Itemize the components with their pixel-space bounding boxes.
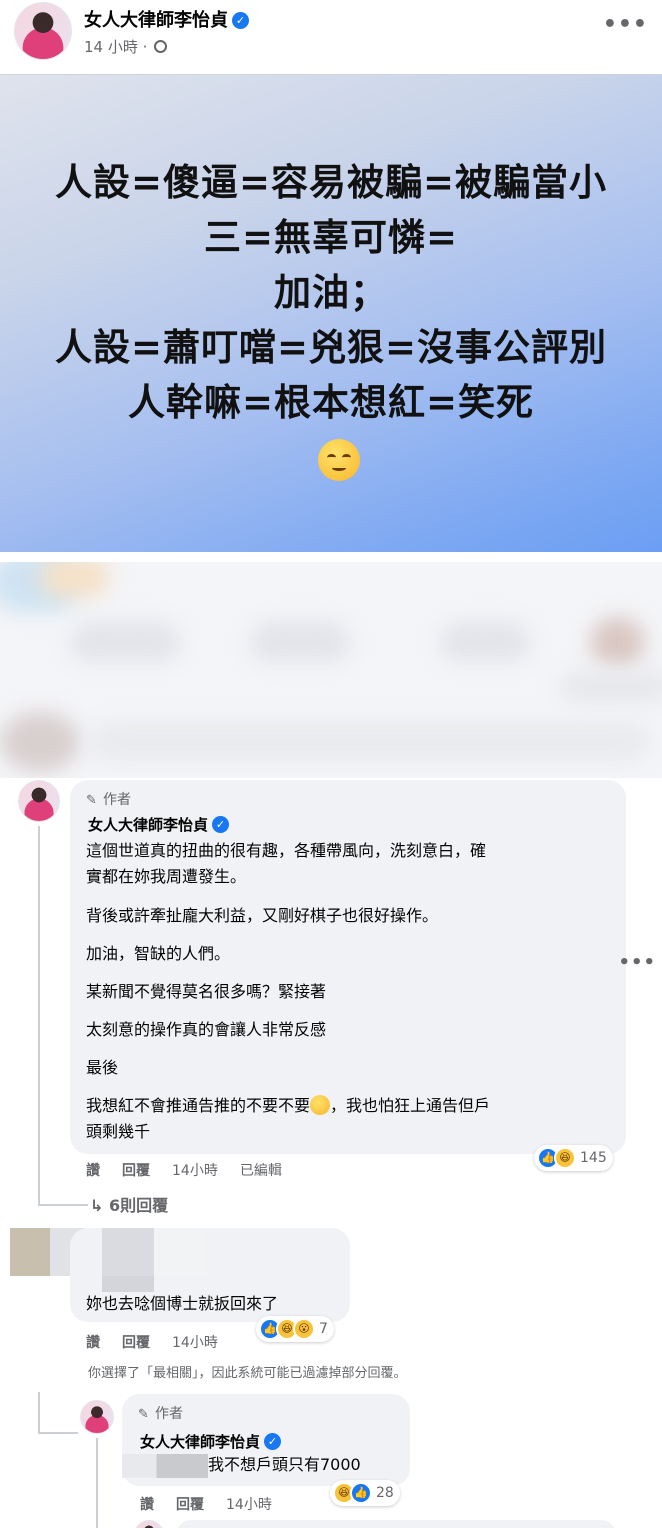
post-meta: 14 小時 · [84,36,168,57]
comment-actions: 讚 回覆 14小時 [86,1332,240,1352]
reply-button[interactable]: 回覆 [176,1497,204,1513]
comment-time[interactable]: 14小時 [226,1497,272,1513]
comment-text-part: ，我也怕狂上通告但戶 [330,1096,491,1115]
relieved-emoji-icon [318,439,360,481]
wink-emoji-icon [310,1095,331,1115]
like-button[interactable]: 讚 [140,1497,154,1513]
pixelated-name [102,1276,154,1292]
comment-author[interactable]: 女人大律師李怡貞 ✓ [140,1431,282,1452]
comment-actions: 讚 回覆 14小時 已編輯 [86,1160,304,1180]
comment-text: 太刻意的操作真的會讓人非常反感 [86,1020,327,1039]
comment-actions: 讚 回覆 14小時 [140,1494,294,1514]
thread-line [38,826,40,1204]
view-replies-link[interactable]: ↳ 6則回覆 [90,1192,168,1216]
verified-icon: ✓ [264,1433,282,1450]
comment-time[interactable]: 14小時 [172,1163,218,1179]
haha-icon: 😆 [554,1147,576,1169]
comment-author[interactable]: 女人大律師李怡貞 ✓ [88,814,230,835]
pixelated-mention [122,1454,208,1478]
edited-label: 已編輯 [239,1163,282,1179]
more-icon[interactable]: ••• [603,12,648,37]
pen-icon: ✎ [138,1407,149,1422]
author-name[interactable]: 女人大律師李怡貞 [84,10,228,31]
comment-text: 頭剩幾千 [86,1122,151,1141]
comment-text: 最後 [86,1058,119,1077]
pixelated-name [154,1228,206,1276]
author-badge: ✎ 作者 [138,1403,183,1423]
globe-icon[interactable] [154,40,168,53]
comment-text: 某新聞不覺得莫名很多嗎？緊接著 [86,982,327,1001]
pixelated-name [102,1228,154,1276]
like-button[interactable]: 讚 [86,1335,100,1351]
author-badge: ✎ 作者 [86,789,131,809]
author-name-row[interactable]: 女人大律師李怡貞 ✓ [84,6,249,32]
verified-icon: ✓ [232,12,249,29]
replies-label[interactable]: 6則回覆 [109,1196,168,1215]
reaction-summary[interactable]: 👍 😆 145 [534,1145,613,1171]
comment-text: 我不想戶頭只有7000 [208,1455,361,1474]
reply-button[interactable]: 回覆 [122,1335,150,1351]
post-image[interactable]: 人設=傻逼=容易被騙=被騙當小 三=無辜可憐= 加油； 人設=蕭叮噹=兇狠=沒事… [0,74,662,552]
post-line: 加油； [274,271,388,314]
comment-text: 實都在妳我周遭發生。 [86,867,247,886]
meta-separator: · [142,38,148,56]
author-badge-label: 作者 [155,1406,183,1422]
commenter-avatar[interactable] [18,780,60,822]
verified-icon: ✓ [212,816,230,833]
blurred-region [0,562,662,778]
post-text-block: 人設=傻逼=容易被騙=被騙當小 三=無辜可憐= 加油； 人設=蕭叮噹=兇狠=沒事… [0,155,662,430]
thread-line [38,1432,78,1434]
reaction-count: 7 [319,1321,328,1337]
post-line: 人設=蕭叮噹=兇狠=沒事公評別 [54,326,607,369]
post-header: 女人大律師李怡貞 ✓ 14 小時 · ••• [0,0,662,74]
pixelated-avatar[interactable] [10,1228,50,1276]
comment-author-name[interactable]: 女人大律師李怡貞 [88,816,208,834]
like-icon: 👍 [350,1482,372,1504]
comment-text: 這個世道真的扭曲的很有趣，各種帶風向，洗刻意白，確 [86,841,487,860]
thread-line [96,1438,98,1528]
author-badge-label: 作者 [103,792,131,808]
comment-text: 加油，智缺的人們。 [86,944,231,963]
reaction-summary[interactable]: 😆 👍 28 [330,1480,400,1506]
wow-icon: 😮 [293,1318,315,1340]
commenter-avatar[interactable] [80,1400,114,1434]
filter-note: 你選擇了「最相關」，因此系統可能已過濾掉部分回覆。 [88,1366,407,1381]
comment-author-name[interactable]: 女人大律師李怡貞 [140,1433,260,1451]
reply-arrow-icon: ↳ [90,1196,109,1215]
reaction-summary[interactable]: 👍 😆 😮 7 [256,1316,334,1342]
next-commenter-avatar[interactable] [134,1520,164,1528]
next-comment-bubble [176,1520,616,1528]
comment-text: 背後或許牽扯龐大利益，又剛好棋子也很好操作。 [86,906,439,925]
reaction-count: 145 [580,1150,607,1166]
comment-time[interactable]: 14小時 [172,1335,218,1351]
comment-more-icon[interactable]: ••• [618,952,656,973]
author-avatar[interactable] [14,2,72,60]
post-line: 人設=傻逼=容易被騙=被騙當小 [54,161,607,204]
reaction-count: 28 [376,1485,394,1501]
post-line: 三=無辜可憐= [203,216,458,259]
thread-line [38,1392,40,1432]
like-button[interactable]: 讚 [86,1163,100,1179]
reply-button[interactable]: 回覆 [122,1163,150,1179]
pen-icon: ✎ [86,793,97,808]
comment-text-with-emoji: 我想紅不會推通告推的不要不要 ，我也怕狂上通告但戶 [86,1093,490,1119]
thread-line [38,1204,88,1206]
comment-text-part: 我想紅不會推通告推的不要不要 [86,1096,311,1115]
comment-text: 妳也去唸個博士就扳回來了 [86,1294,279,1313]
post-time[interactable]: 14 小時 [84,38,138,56]
post-line: 人幹嘛=根本想紅=笑死 [127,381,534,424]
